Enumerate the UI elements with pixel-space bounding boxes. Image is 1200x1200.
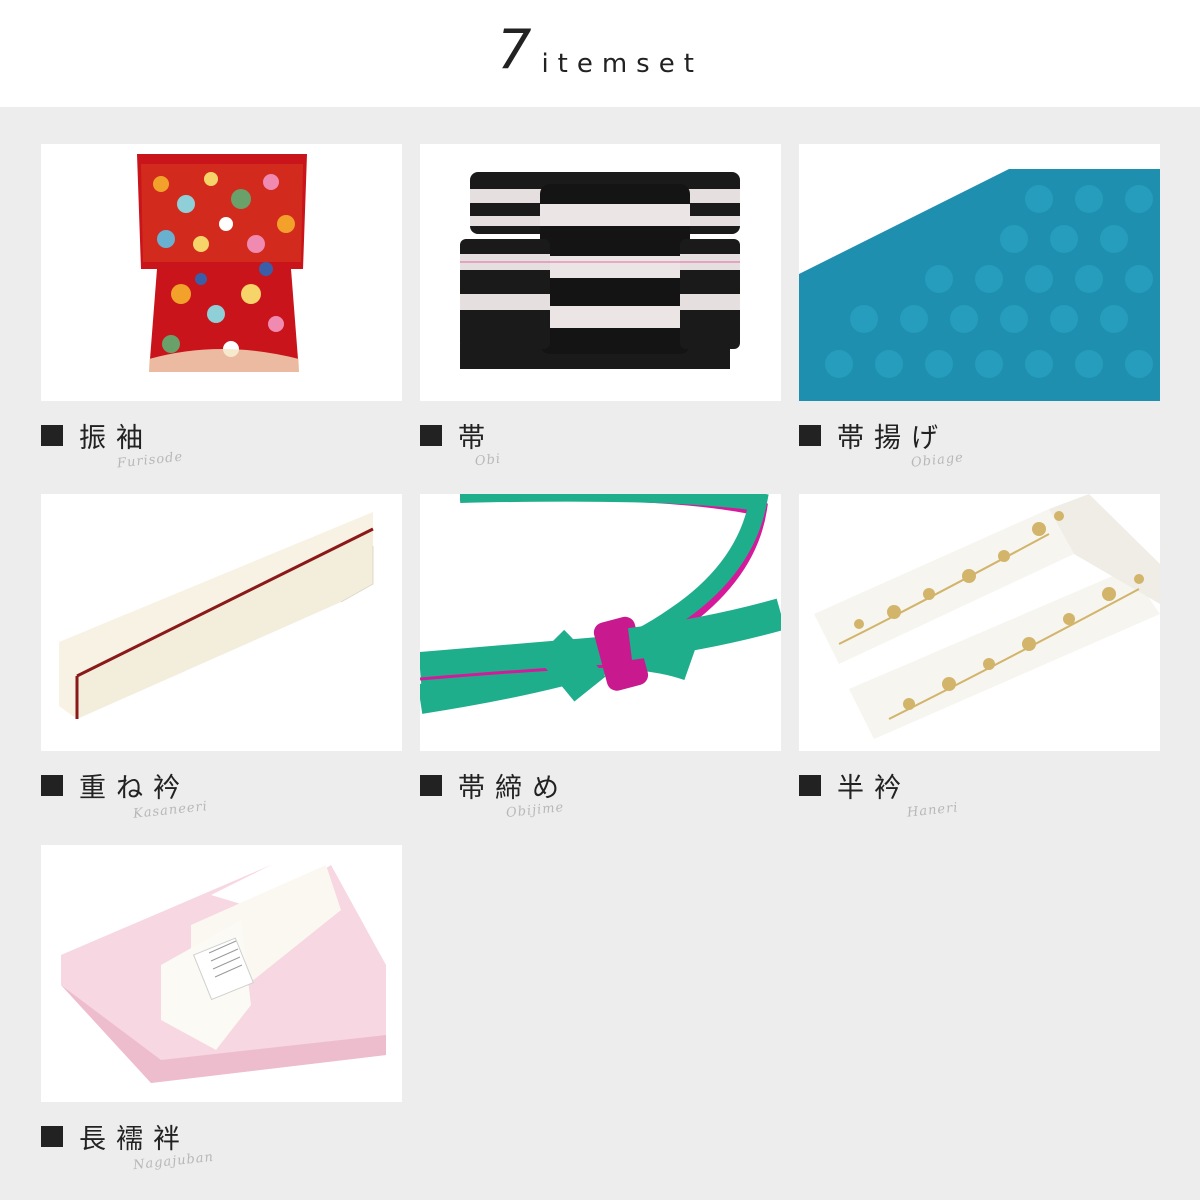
obijime-image xyxy=(420,494,781,751)
square-bullet-icon xyxy=(41,1126,63,1147)
square-bullet-icon xyxy=(420,775,442,796)
item-haneri: 半衿 Haneri xyxy=(799,494,1160,821)
item-label: 帯締め xyxy=(420,766,569,805)
item-name-jp: 半衿 xyxy=(837,773,911,804)
kasaneeri-image xyxy=(41,494,402,751)
item-label: 半衿 xyxy=(799,766,911,805)
item-name-jp: 重ね衿 xyxy=(79,773,190,804)
square-bullet-icon xyxy=(420,425,442,446)
item-name-jp: 帯 xyxy=(458,423,495,454)
item-name-romaji: Haneri xyxy=(906,800,960,821)
item-name-romaji: Obi xyxy=(474,451,502,470)
title-number: 7 xyxy=(497,18,532,81)
item-name-jp: 帯締め xyxy=(458,773,569,804)
furisode-image xyxy=(41,144,402,401)
header: 7 itemset xyxy=(0,0,1200,107)
item-name-jp: 帯揚げ xyxy=(837,423,948,454)
item-kasaneeri: 重ね衿 Kasaneeri xyxy=(41,494,402,822)
item-label: 帯 xyxy=(420,416,495,455)
item-obijime: 帯締め Obijime xyxy=(420,494,781,821)
title-word: itemset xyxy=(541,48,703,79)
item-name-jp: 振袖 xyxy=(79,423,153,454)
haneri-image xyxy=(799,494,1160,751)
item-obiage: 帯揚げ Obiage xyxy=(799,144,1160,471)
item-label: 重ね衿 xyxy=(41,766,190,805)
item-label: 振袖 xyxy=(41,416,153,455)
square-bullet-icon xyxy=(799,775,821,796)
item-nagajuban: 長襦袢 Nagajuban xyxy=(41,845,402,1173)
item-obi: 帯 Obi xyxy=(420,144,781,469)
item-furisode: 振袖 Furisode xyxy=(41,144,402,471)
square-bullet-icon xyxy=(41,425,63,446)
obiage-image xyxy=(799,144,1160,401)
nagajuban-image xyxy=(41,845,402,1102)
square-bullet-icon xyxy=(41,775,63,796)
item-name-jp: 長襦袢 xyxy=(79,1124,190,1155)
item-label: 長襦袢 xyxy=(41,1117,190,1156)
obi-image xyxy=(420,144,781,401)
square-bullet-icon xyxy=(799,425,821,446)
item-label: 帯揚げ xyxy=(799,416,948,455)
